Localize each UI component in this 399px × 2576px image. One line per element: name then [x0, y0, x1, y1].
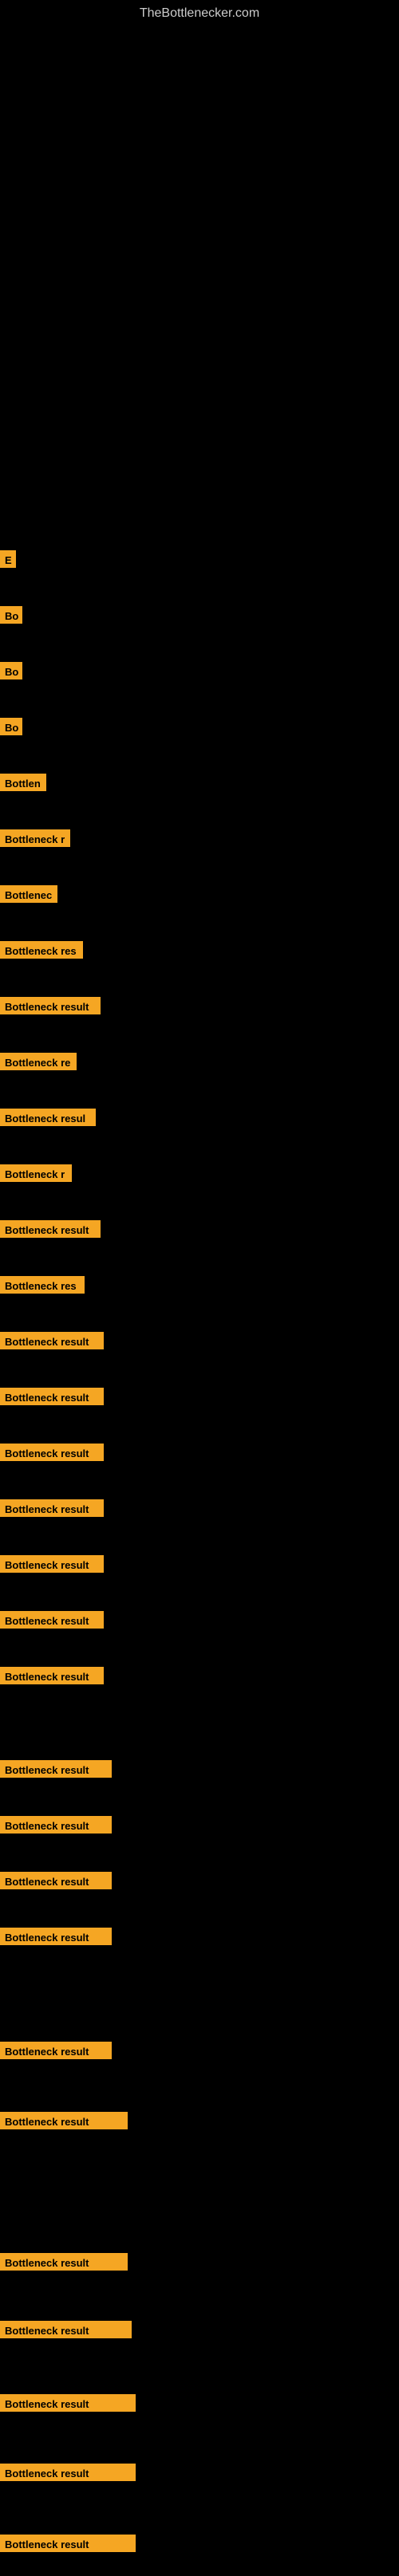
bottleneck-result-label: Bottleneck resul: [0, 1109, 96, 1126]
bottleneck-result-label: Bottleneck result: [0, 1760, 112, 1778]
bottleneck-result-label: Bo: [0, 662, 22, 679]
bottleneck-result-label: Bo: [0, 606, 22, 624]
bottleneck-result-label: Bottleneck result: [0, 1499, 104, 1517]
bottleneck-result-label: Bottleneck result: [0, 1388, 104, 1405]
bottleneck-result-label: Bottleneck r: [0, 829, 70, 847]
bottleneck-result-label: Bottleneck result: [0, 2112, 128, 2129]
bottleneck-result-label: E: [0, 550, 16, 568]
bottleneck-result-label: Bottlen: [0, 774, 46, 791]
bottleneck-result-label: Bottleneck result: [0, 1611, 104, 1629]
bottleneck-result-label: Bottleneck r: [0, 1164, 72, 1182]
bottleneck-result-label: Bottlenec: [0, 885, 57, 903]
bottleneck-result-label: Bottleneck result: [0, 1332, 104, 1349]
bottleneck-result-label: Bottleneck result: [0, 1816, 112, 1834]
bottleneck-result-label: Bottleneck result: [0, 1555, 104, 1573]
bottleneck-result-label: Bottleneck result: [0, 1667, 104, 1684]
bottleneck-result-label: Bottleneck res: [0, 1276, 85, 1294]
bottleneck-result-label: Bottleneck result: [0, 2394, 136, 2412]
bottleneck-result-label: Bottleneck result: [0, 2321, 132, 2338]
bottleneck-result-label: Bottleneck result: [0, 2253, 128, 2271]
bottleneck-result-label: Bottleneck result: [0, 1444, 104, 1461]
bottleneck-result-label: Bottleneck result: [0, 2464, 136, 2481]
site-title: TheBottlenecker.com: [0, 0, 399, 24]
bottleneck-result-label: Bottleneck result: [0, 2535, 136, 2552]
bottleneck-result-label: Bottleneck result: [0, 997, 101, 1014]
bottleneck-result-label: Bottleneck result: [0, 1220, 101, 1238]
bottleneck-result-label: Bottleneck result: [0, 1928, 112, 1945]
bottleneck-result-label: Bottleneck res: [0, 941, 83, 959]
bottleneck-result-label: Bottleneck result: [0, 2042, 112, 2059]
bottleneck-result-label: Bo: [0, 718, 22, 735]
bottleneck-result-label: Bottleneck result: [0, 1872, 112, 1889]
bottleneck-result-label: Bottleneck re: [0, 1053, 77, 1070]
